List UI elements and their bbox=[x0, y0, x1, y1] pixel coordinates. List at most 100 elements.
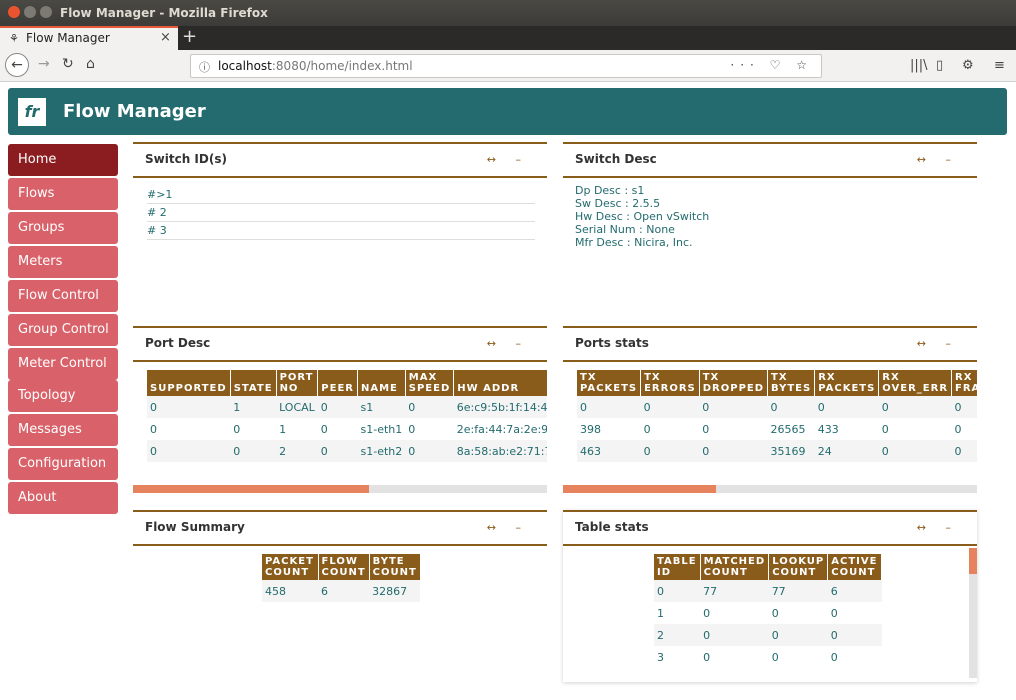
nav-item-groups[interactable]: Groups bbox=[8, 212, 118, 244]
panel-controls[interactable]: ↔ – bbox=[487, 337, 529, 350]
table-cell: 77 bbox=[768, 580, 828, 602]
nav-item-configuration[interactable]: Configuration bbox=[8, 448, 118, 480]
nav-item-group-control[interactable]: Group Control bbox=[8, 314, 118, 346]
table-cell: 3 bbox=[657, 650, 664, 664]
table-row: 0 0 1 0 s1-eth1 0 2e:fa:44:7a:2e:90 bbox=[147, 418, 547, 440]
table-cell: 0 bbox=[954, 422, 962, 436]
nav-item-home[interactable]: Home bbox=[8, 144, 118, 176]
panel-header: Switch Desc ↔ – bbox=[563, 142, 977, 178]
col-header: FLOW COUNT bbox=[318, 554, 370, 580]
table-cell: 0 bbox=[830, 606, 838, 620]
switch-item[interactable]: #>1 bbox=[147, 186, 535, 204]
table-cell: 1 bbox=[279, 422, 287, 436]
library-icon[interactable]: |||\ bbox=[910, 58, 928, 73]
desc-line: Hw Desc : Open vSwitch bbox=[575, 210, 710, 223]
new-tab-button[interactable]: + bbox=[182, 26, 197, 47]
table-cell: 0 bbox=[768, 624, 828, 646]
reload-button[interactable]: ↻ bbox=[62, 56, 74, 72]
table-cell: 0 bbox=[700, 624, 769, 646]
sync-icon[interactable]: ⚙ bbox=[962, 58, 974, 73]
table-cell: 0 bbox=[147, 440, 231, 462]
browser-tab[interactable]: ⚘ Flow Manager × bbox=[0, 26, 178, 50]
desc-line: Dp Desc : s1 bbox=[575, 184, 645, 197]
ports-stats-scrollbar[interactable] bbox=[563, 485, 977, 493]
panel-controls[interactable]: ↔ – bbox=[487, 521, 529, 534]
desc-line: Mfr Desc : Nicira, Inc. bbox=[575, 236, 693, 249]
back-button[interactable]: ← bbox=[5, 53, 29, 77]
table-cell: 26565 bbox=[770, 422, 806, 436]
switch-item[interactable]: # 2 bbox=[147, 204, 535, 222]
ports-stats-panel: Ports stats ↔ – TX PACKETS TX ERRORS TX … bbox=[563, 326, 977, 496]
forward-button[interactable]: → bbox=[38, 56, 50, 72]
panel-title: Switch Desc bbox=[575, 152, 657, 166]
table-cell: 6e:c9:5b:1f:14:48 bbox=[453, 396, 547, 418]
col-header: MATCHED COUNT bbox=[700, 554, 770, 580]
panel-controls[interactable]: ↔ – bbox=[487, 153, 529, 166]
url-bar[interactable]: ⓘ localhost:8080/home/index.html ··· ♡ ☆ bbox=[190, 54, 822, 78]
table-cell: 0 bbox=[408, 422, 416, 436]
menu-icon[interactable]: ≡ bbox=[994, 58, 1005, 73]
col-header: PORT NO bbox=[276, 370, 319, 396]
panel-header: Port Desc ↔ – bbox=[133, 326, 547, 362]
nav-toolbar: ← → ↻ ⌂ ⓘ localhost:8080/home/index.html… bbox=[0, 50, 1016, 82]
table-stats-scrollbar[interactable] bbox=[969, 548, 977, 678]
panel-title: Switch ID(s) bbox=[145, 152, 227, 166]
window-close-button[interactable] bbox=[8, 6, 20, 18]
nav-item-flows[interactable]: Flows bbox=[8, 178, 118, 210]
window-maximize-button[interactable] bbox=[40, 6, 52, 18]
switch-item[interactable]: # 3 bbox=[147, 222, 535, 240]
sidebar-icon[interactable]: ▯ bbox=[936, 58, 943, 73]
page-actions-icons[interactable]: ··· ♡ ☆ bbox=[730, 58, 813, 72]
table-cell: 0 bbox=[771, 650, 779, 664]
scroll-thumb[interactable] bbox=[133, 485, 369, 493]
home-button[interactable]: ⌂ bbox=[86, 56, 95, 72]
app-logo: fr bbox=[18, 98, 46, 126]
table-row: 3 0 0 0 bbox=[654, 646, 882, 668]
app-header: fr Flow Manager bbox=[8, 88, 1007, 135]
table-cell: 1 bbox=[230, 396, 277, 418]
table-cell: 0 bbox=[577, 396, 641, 418]
tab-close-icon[interactable]: × bbox=[160, 30, 171, 45]
col-header: MAX SPEED bbox=[405, 370, 455, 396]
table-row: 0000000 bbox=[577, 396, 977, 418]
nav-item-messages[interactable]: Messages bbox=[8, 414, 118, 446]
col-header: TX DROPPED bbox=[699, 370, 769, 396]
table-cell: 0 bbox=[643, 422, 651, 436]
col-header: PACKET COUNT bbox=[262, 554, 319, 580]
window-minimize-button[interactable] bbox=[24, 6, 36, 18]
table-cell: 0 bbox=[640, 440, 700, 462]
table-cell: 0 bbox=[703, 650, 711, 664]
panel-title: Table stats bbox=[575, 520, 649, 534]
port-desc-scrollbar[interactable] bbox=[133, 485, 547, 493]
scroll-thumb[interactable] bbox=[563, 485, 717, 493]
panel-header: Flow Summary ↔ – bbox=[133, 510, 547, 546]
flow-summary-panel: Flow Summary ↔ – PACKET COUNT FLOW COUNT… bbox=[133, 510, 547, 610]
info-icon[interactable]: ⓘ bbox=[199, 59, 210, 75]
nav-item-topology[interactable]: Topology bbox=[8, 380, 118, 412]
favicon-icon: ⚘ bbox=[9, 32, 19, 45]
window-title: Flow Manager - Mozilla Firefox bbox=[60, 6, 268, 20]
flow-summary-table: PACKET COUNT FLOW COUNT BYTE COUNT 458 6 3… bbox=[262, 554, 421, 602]
nav-item-flow-control[interactable]: Flow Control bbox=[8, 280, 118, 312]
panel-controls[interactable]: ↔ – bbox=[917, 337, 959, 350]
panel-title: Ports stats bbox=[575, 336, 649, 350]
desc-line: Serial Num : None bbox=[575, 223, 675, 236]
nav-item-meter-control[interactable]: Meter Control bbox=[8, 348, 118, 380]
col-header: LOOKUP COUNT bbox=[768, 554, 829, 580]
table-cell: 0 bbox=[771, 606, 779, 620]
table-row: 0020s1-eth208a:58:ab:e2:71:7a bbox=[147, 440, 547, 462]
scroll-thumb[interactable] bbox=[969, 548, 977, 574]
panel-controls[interactable]: ↔ – bbox=[917, 521, 959, 534]
col-header: RX OVER_ERR bbox=[878, 370, 953, 396]
table-cell: 0 bbox=[150, 422, 157, 436]
table-cell: 2 bbox=[654, 624, 701, 646]
page-content: fr Flow Manager Home Flows Groups Meters… bbox=[0, 82, 1016, 700]
table-cell: 0 bbox=[230, 440, 277, 462]
panel-controls[interactable]: ↔ – bbox=[917, 153, 959, 166]
nav-item-meters[interactable]: Meters bbox=[8, 246, 118, 278]
table-cell: 0 bbox=[699, 396, 768, 418]
table-cell: s1-eth1 bbox=[360, 422, 403, 436]
col-header: STATE bbox=[230, 370, 277, 396]
port-desc-panel: Port Desc ↔ – SUPPORTED STATE PORT NO PE… bbox=[133, 326, 547, 496]
nav-item-about[interactable]: About bbox=[8, 482, 118, 514]
